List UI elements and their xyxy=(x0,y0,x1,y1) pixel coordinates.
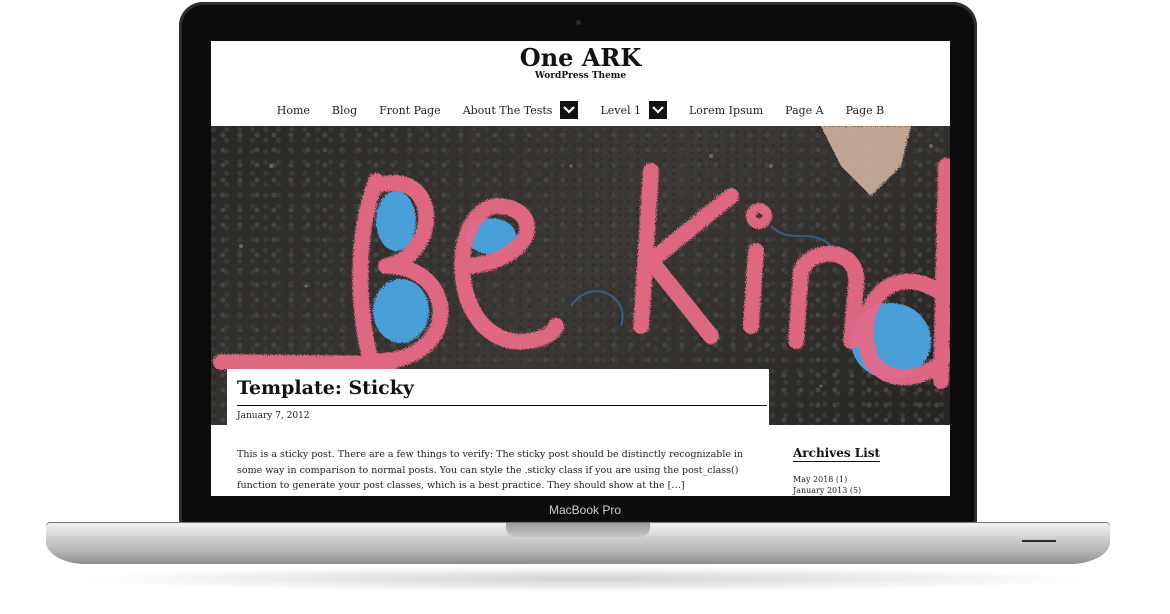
nav-item-lorem-ipsum[interactable]: Lorem Ipsum xyxy=(689,104,763,117)
laptop-shadow xyxy=(70,566,1100,592)
nav-label: Page B xyxy=(845,103,885,117)
nav-label: Front Page xyxy=(379,103,441,117)
post-header-card: Template: Sticky January 7, 2012 xyxy=(227,369,769,429)
nav-label: Lorem Ipsum xyxy=(689,103,764,117)
camera xyxy=(576,20,581,25)
nav-item-page-b[interactable]: Page B xyxy=(846,104,885,117)
nav-item-front-page[interactable]: Front Page xyxy=(379,104,441,117)
nav-label: Level 1 xyxy=(600,103,641,117)
chevron-down-icon[interactable] xyxy=(649,101,667,119)
nav-item-blog[interactable]: Blog xyxy=(332,104,357,117)
laptop-notch xyxy=(506,523,650,537)
post-date[interactable]: January 7, 2012 xyxy=(237,411,310,421)
archive-link[interactable]: January 2013 (5) xyxy=(793,485,861,496)
primary-nav: Home Blog Front Page About The Tests Lev… xyxy=(211,99,950,121)
archives-list: May 2018 (1) January 2013 (5) xyxy=(793,474,861,496)
nav-label: Home xyxy=(276,103,310,117)
post-title[interactable]: Template: Sticky xyxy=(237,377,414,399)
nav-item-level-1[interactable]: Level 1 xyxy=(600,101,667,119)
nav-item-about-the-tests[interactable]: About The Tests xyxy=(463,101,579,119)
device-label: MacBook Pro xyxy=(548,503,622,517)
archive-link[interactable]: May 2018 (1) xyxy=(793,474,861,485)
status-indicator xyxy=(1022,540,1056,542)
nav-item-home[interactable]: Home xyxy=(277,104,310,117)
nav-label: Page A xyxy=(785,103,824,117)
excerpt-line: This is a sticky post. There are a few t… xyxy=(237,449,744,460)
site-title[interactable]: One ARK xyxy=(211,43,950,72)
excerpt-line: function to generate your post classes, … xyxy=(237,480,685,491)
laptop-screen: One ARK WordPress Theme Home Blog Front … xyxy=(211,41,950,496)
chevron-down-icon[interactable] xyxy=(560,101,579,119)
archives-widget-title: Archives List xyxy=(793,446,881,462)
nav-label: Blog xyxy=(331,103,358,117)
nav-label: About The Tests xyxy=(462,103,553,117)
title-divider xyxy=(237,405,767,406)
post-excerpt: This is a sticky post. There are a few t… xyxy=(237,447,767,494)
nav-item-page-a[interactable]: Page A xyxy=(785,104,823,117)
excerpt-line: some way in comparison to normal posts. … xyxy=(237,464,739,476)
site-description: WordPress Theme xyxy=(534,71,627,81)
